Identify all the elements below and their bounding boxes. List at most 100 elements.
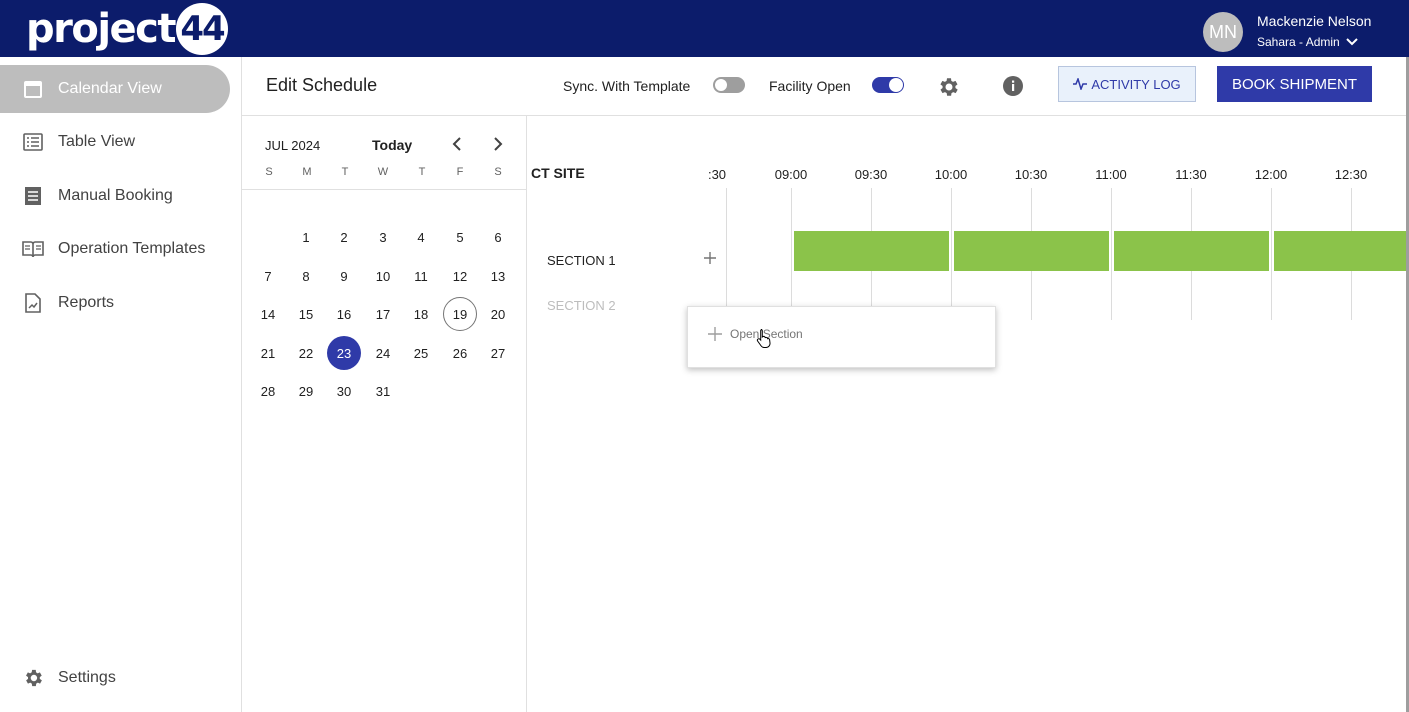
calendar-day[interactable]: 11 (404, 259, 438, 293)
calendar-day[interactable]: 20 (481, 297, 515, 331)
chevron-down-icon (1346, 38, 1358, 46)
sidebar-item-label: Table View (58, 133, 136, 150)
calendar-day[interactable]: 13 (481, 259, 515, 293)
sidebar-item-calendar-view[interactable]: Calendar View (0, 65, 230, 113)
activity-log-label: ACTIVITY LOG (1091, 76, 1181, 92)
calendar-day[interactable]: 17 (366, 297, 400, 331)
open-time-slot[interactable] (794, 231, 949, 271)
sidebar-item-label: Settings (58, 669, 116, 686)
time-grid-line (1271, 188, 1272, 320)
facility-open-toggle[interactable] (872, 77, 904, 93)
user-org-menu[interactable]: Sahara - Admin (1257, 35, 1358, 49)
sidebar-item-manual-booking[interactable]: Manual Booking (0, 172, 230, 220)
project44-logo[interactable]: project 44 (26, 2, 229, 55)
user-name: Mackenzie Nelson (1257, 13, 1372, 29)
mini-calendar: JUL 2024 Today SMTWTFS 1 2 3 4 5 6 7 8 9 10 11 12 13… (242, 116, 527, 712)
calendar-day[interactable]: 22 (289, 336, 323, 370)
section-1-label: SECTION 1 (547, 253, 616, 268)
sync-template-label: Sync. With Template (563, 78, 691, 94)
weekday-label: F (456, 166, 464, 178)
activity-icon (1073, 78, 1088, 90)
weekday-label: M (302, 166, 312, 178)
sidebar-item-label: Manual Booking (58, 187, 173, 204)
time-grid-line (726, 188, 727, 320)
sidebar-item-label: Reports (58, 294, 115, 311)
calendar-day[interactable]: 5 (443, 220, 477, 254)
weekday-label: S (265, 166, 273, 178)
gear-icon (22, 667, 44, 689)
book-shipment-button[interactable]: BOOK SHIPMENT (1217, 66, 1372, 102)
sidebar-item-operation-templates[interactable]: Operation Templates (0, 225, 230, 273)
sidebar-item-label: Calendar View (58, 80, 162, 97)
calendar-day[interactable]: 6 (481, 220, 515, 254)
today-button[interactable]: Today (372, 137, 412, 153)
time-label: 09:30 (854, 167, 888, 182)
page-title: Edit Schedule (266, 75, 378, 95)
calendar-day[interactable]: 15 (289, 297, 323, 331)
calendar-day[interactable]: 27 (481, 336, 515, 370)
info-icon[interactable] (1002, 75, 1024, 102)
calendar-day[interactable]: 19 (443, 297, 477, 331)
calendar-day[interactable]: 7 (251, 259, 285, 293)
sidebar-item-label: Operation Templates (58, 240, 206, 257)
calendar-day[interactable]: 29 (289, 374, 323, 408)
activity-log-button[interactable]: ACTIVITY LOG (1058, 66, 1196, 102)
section-2-label: SECTION 2 (547, 298, 616, 313)
calendar-day[interactable]: 18 (404, 297, 438, 331)
chevron-right-icon[interactable] (488, 134, 508, 154)
facility-open-label: Facility Open (769, 78, 851, 94)
sidebar-item-table-view[interactable]: Table View (0, 118, 230, 166)
weekday-label: T (418, 166, 426, 178)
time-label: 11:00 (1095, 167, 1127, 182)
calendar-day[interactable]: 26 (443, 336, 477, 370)
sidebar-item-settings[interactable]: Settings (0, 654, 230, 702)
calendar-day[interactable]: 14 (251, 297, 285, 331)
open-time-slot[interactable] (954, 231, 1109, 271)
time-grid-line (791, 188, 792, 320)
list-icon (22, 131, 44, 153)
add-section-icon[interactable] (703, 251, 717, 270)
calendar-day[interactable]: 25 (404, 336, 438, 370)
calendar-day[interactable]: 28 (251, 374, 285, 408)
calendar-icon (22, 78, 44, 100)
weekday-label: W (377, 166, 389, 178)
time-label: :30 (707, 167, 727, 182)
calendar-day[interactable]: 23 (327, 336, 361, 370)
chevron-left-icon[interactable] (447, 134, 467, 154)
sidebar-item-reports[interactable]: Reports (0, 279, 230, 327)
weekday-label: T (341, 166, 349, 178)
calendar-day[interactable]: 10 (366, 259, 400, 293)
book-icon (22, 238, 44, 260)
calendar-day[interactable]: 24 (366, 336, 400, 370)
open-time-slot[interactable] (1114, 231, 1269, 271)
logo-text: project (26, 5, 177, 52)
calendar-month: JUL 2024 (265, 138, 321, 153)
time-label: 11:30 (1175, 167, 1207, 182)
time-label: 10:30 (1014, 167, 1048, 182)
plus-icon (708, 327, 722, 341)
calendar-day[interactable]: 21 (251, 336, 285, 370)
calendar-day[interactable]: 3 (366, 220, 400, 254)
calendar-day[interactable]: 31 (366, 374, 400, 408)
calendar-day[interactable]: 8 (289, 259, 323, 293)
calendar-day[interactable]: 16 (327, 297, 361, 331)
section-menu-popup: Open Section (687, 306, 996, 368)
logo-number: 44 (176, 2, 229, 55)
calendar-day[interactable]: 4 (404, 220, 438, 254)
schedule-grid: CT SITE :30 09:00 09:30 10:00 10:30 11:00 11:3… (527, 116, 1409, 712)
calendar-day[interactable]: 12 (443, 259, 477, 293)
weekday-label: S (494, 166, 502, 178)
schedule-header: Edit Schedule Sync. With Template Facili… (242, 57, 1409, 116)
calendar-day[interactable]: 30 (327, 374, 361, 408)
report-icon (22, 292, 44, 314)
time-grid-line (951, 188, 952, 320)
open-time-slot[interactable] (1274, 231, 1409, 271)
calendar-day[interactable]: 2 (327, 220, 361, 254)
user-org-role: Sahara - Admin (1257, 35, 1340, 49)
hand-cursor-icon (756, 328, 772, 353)
sync-template-toggle[interactable] (713, 77, 745, 93)
calendar-day[interactable]: 1 (289, 220, 323, 254)
calendar-day[interactable]: 9 (327, 259, 361, 293)
gear-icon[interactable] (936, 75, 960, 104)
avatar[interactable]: MN (1203, 12, 1243, 52)
